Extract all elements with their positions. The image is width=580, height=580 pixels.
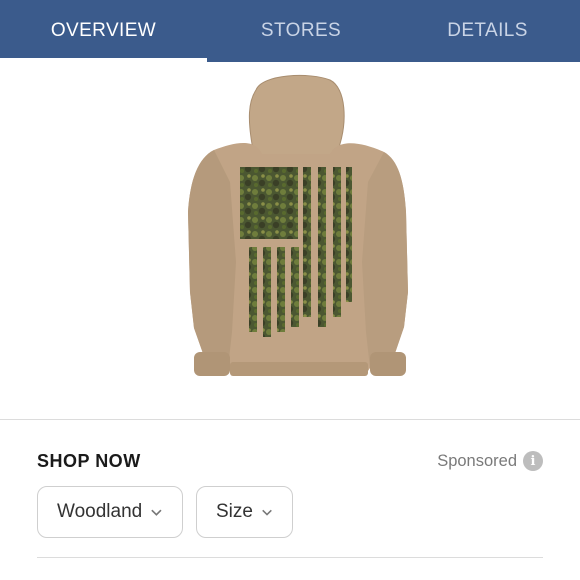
tab-bar: OVERVIEW STORES DETAILS <box>0 0 580 62</box>
shop-now-header: SHOP NOW Sponsored i <box>37 448 543 474</box>
divider <box>37 557 543 558</box>
size-select[interactable]: Size <box>196 486 293 538</box>
size-select-value: Size <box>216 501 253 522</box>
tab-stores[interactable]: STORES <box>207 0 395 62</box>
variant-selectors: Woodland Size <box>37 486 293 538</box>
product-image-area <box>0 62 580 420</box>
product-image[interactable] <box>0 62 580 419</box>
chevron-down-icon <box>151 509 162 516</box>
shop-now-title: SHOP NOW <box>37 450 141 471</box>
camo-flag-print <box>240 167 352 337</box>
info-icon[interactable]: i <box>523 451 543 471</box>
tab-overview[interactable]: OVERVIEW <box>0 0 207 62</box>
color-select[interactable]: Woodland <box>37 486 183 538</box>
sponsored-label: Sponsored <box>437 451 517 470</box>
tab-details[interactable]: DETAILS <box>395 0 580 62</box>
color-select-value: Woodland <box>57 501 143 522</box>
chevron-down-icon <box>262 509 272 516</box>
sponsored-label-group: Sponsored i <box>437 451 543 471</box>
